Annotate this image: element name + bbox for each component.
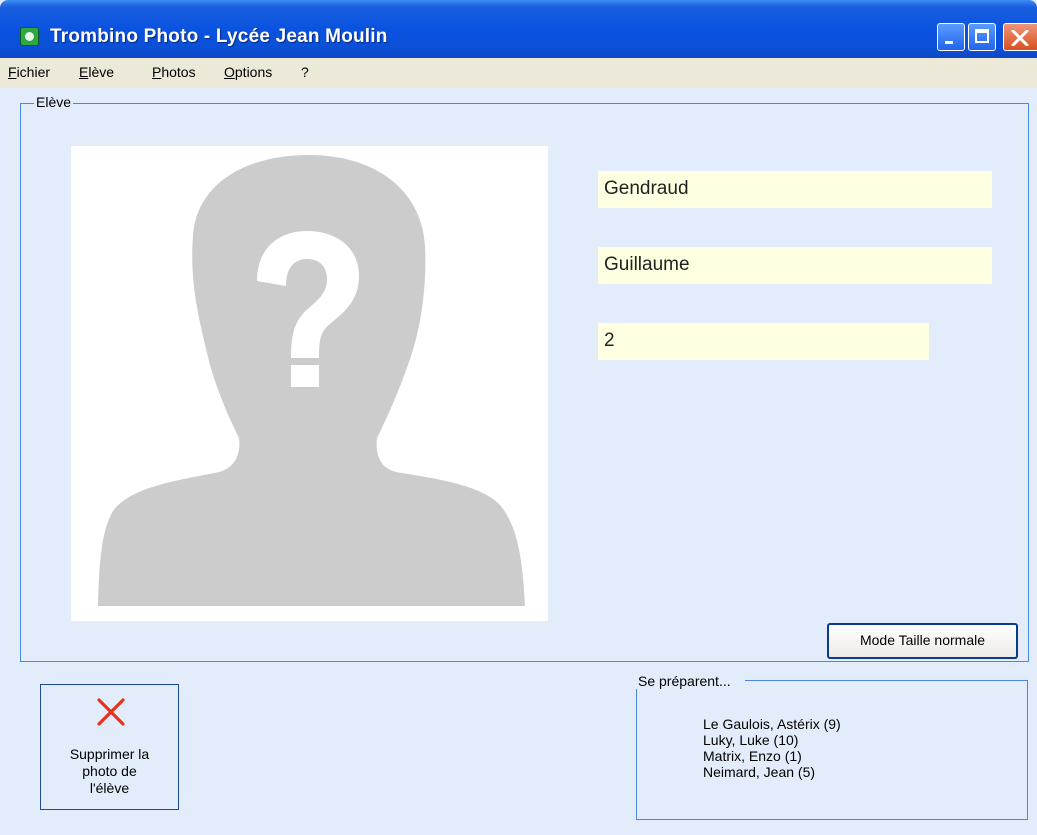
eleve-group-label: Elève [34, 94, 74, 110]
preparing-group-label: Se préparent... [636, 673, 745, 689]
student-photo[interactable] [71, 146, 548, 621]
title-bar[interactable]: Trombino Photo - Lycée Jean Moulin [0, 0, 1037, 58]
delete-photo-label: Supprimer la photo de l'élève [41, 746, 178, 797]
delete-label-line: l'élève [89, 780, 130, 796]
mode-size-button[interactable]: Mode Taille normale [827, 623, 1018, 659]
list-item[interactable]: Luky, Luke (10) [703, 732, 841, 748]
close-button[interactable] [1003, 23, 1037, 51]
first-name-field[interactable]: Guillaume [598, 247, 992, 284]
menu-photos[interactable]: Photos [152, 64, 196, 80]
menu-options[interactable]: Options [224, 64, 272, 80]
preparing-list: Le Gaulois, Astérix (9) Luky, Luke (10) … [703, 716, 841, 780]
delete-photo-button[interactable]: Supprimer la photo de l'élève [40, 684, 179, 810]
minimize-button[interactable] [937, 23, 965, 51]
list-item[interactable]: Matrix, Enzo (1) [703, 748, 841, 764]
number-field[interactable]: 2 [598, 323, 929, 360]
app-window: Trombino Photo - Lycée Jean Moulin Fichi… [0, 0, 1037, 835]
app-icon[interactable] [20, 27, 39, 46]
unknown-person-icon [98, 155, 525, 606]
menu-help[interactable]: ? [301, 64, 309, 80]
last-name-field[interactable]: Gendraud [598, 171, 992, 208]
menu-fichier[interactable]: Fichier [8, 64, 50, 80]
delete-label-line: photo de [82, 763, 137, 779]
red-x-icon [97, 698, 125, 726]
list-item[interactable]: Le Gaulois, Astérix (9) [703, 716, 841, 732]
menu-eleve[interactable]: Elève [79, 64, 114, 80]
delete-label-line: Supprimer la [69, 746, 150, 762]
close-icon [1011, 30, 1029, 46]
list-item[interactable]: Neimard, Jean (5) [703, 764, 841, 780]
window-title: Trombino Photo - Lycée Jean Moulin [50, 26, 388, 47]
maximize-button[interactable] [968, 23, 996, 51]
